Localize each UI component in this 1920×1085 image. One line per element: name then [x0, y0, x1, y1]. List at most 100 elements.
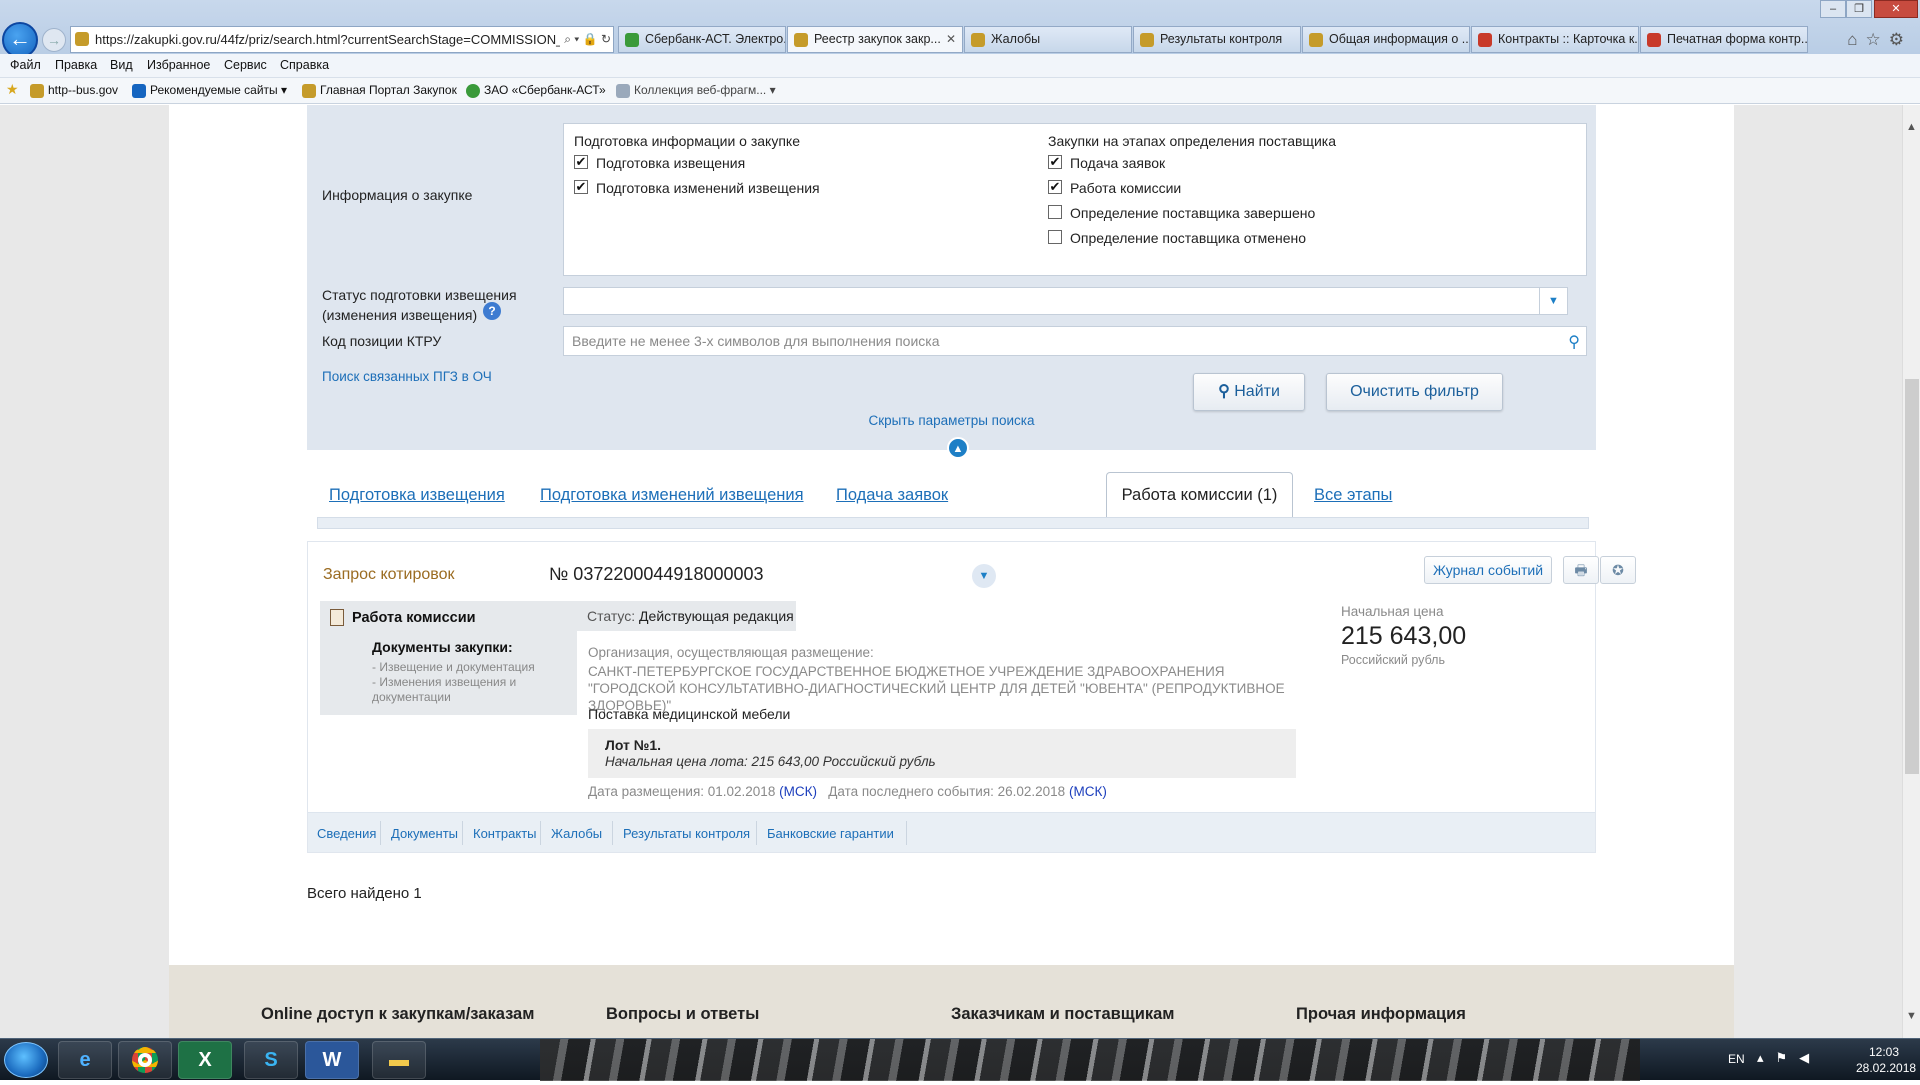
system-tray-icons[interactable]: ▴⚑◀	[1757, 1050, 1821, 1066]
procurement-number[interactable]: № 0372200044918000003	[549, 564, 764, 585]
back-button[interactable]: ←	[2, 22, 38, 58]
checkbox-icon[interactable]	[1048, 205, 1062, 219]
notice-status-label-2: (изменения извещения)	[322, 307, 478, 323]
browser-tab[interactable]: Контракты :: Карточка к...	[1471, 26, 1639, 53]
group-title-supplier-stages: Закупки на этапах определения поставщика	[1048, 133, 1336, 149]
menu-edit[interactable]: Правка	[55, 58, 97, 72]
scroll-thumb[interactable]	[1905, 379, 1919, 774]
tab-all-stages[interactable]: Все этапы	[1314, 486, 1392, 505]
favorite-link[interactable]: Главная Портал Закупок	[302, 83, 457, 98]
footer-heading-customers[interactable]: Заказчикам и поставщикам	[951, 1005, 1175, 1024]
scroll-up-icon[interactable]: ▲	[1906, 121, 1917, 133]
checkbox-completed[interactable]: Определение поставщика завершено	[1048, 204, 1315, 222]
print-icon[interactable]: 🖶	[1563, 556, 1599, 584]
date-last-event: Дата последнего события: 26.02.2018	[828, 784, 1066, 799]
search-icon[interactable]: ⚲	[1568, 332, 1580, 352]
favorite-link[interactable]: ЗАО «Сбербанк-АСТ»	[466, 83, 606, 98]
keyboard-language[interactable]: EN	[1728, 1052, 1745, 1066]
word-icon[interactable]: W	[305, 1041, 359, 1079]
chevron-down-icon[interactable]: ▼	[1539, 288, 1567, 314]
link-bank-guarantees[interactable]: Банковские гарантии	[767, 826, 904, 841]
scroll-down-icon[interactable]: ▼	[1906, 1010, 1917, 1022]
favorite-link[interactable]: Коллекция веб-фрагм... ▾	[616, 83, 776, 98]
menu-view[interactable]: Вид	[110, 58, 133, 72]
restore-button[interactable]: ❐	[1846, 0, 1872, 18]
menu-help[interactable]: Справка	[280, 58, 329, 72]
start-button[interactable]	[4, 1042, 48, 1078]
clear-filter-button[interactable]: Очистить фильтр	[1326, 373, 1503, 411]
tab-prep-notice[interactable]: Подготовка извещения	[329, 486, 505, 505]
menu-favorites[interactable]: Избранное	[147, 58, 210, 72]
checkbox-applications[interactable]: ✔ Подача заявок	[1048, 154, 1165, 172]
hide-search-params-link[interactable]: Скрыть параметры поиска	[307, 411, 1596, 431]
browser-tab[interactable]: Общая информация о ...	[1302, 26, 1470, 53]
chevron-down-icon[interactable]: ▼	[972, 564, 996, 588]
link-contracts[interactable]: Контракты	[473, 826, 547, 841]
favorite-link[interactable]: Рекомендуемые сайты ▾	[132, 83, 287, 98]
checkbox-icon[interactable]: ✔	[574, 180, 588, 194]
doc-link-changes-2[interactable]: документации	[372, 690, 451, 705]
gear-icon[interactable]: ⚙	[1889, 30, 1912, 49]
clock-time[interactable]: 12:03	[1856, 1045, 1912, 1059]
minimize-button[interactable]: –	[1820, 0, 1846, 18]
favorite-link[interactable]: http--bus.gov	[30, 83, 118, 98]
checkbox-prep-notice[interactable]: ✔ Подготовка извещения	[574, 154, 745, 172]
certificate-icon[interactable]: ✪	[1600, 556, 1636, 584]
internet-explorer-icon[interactable]: e	[58, 1041, 112, 1079]
checkbox-icon[interactable]: ✔	[1048, 180, 1062, 194]
address-bar[interactable]: https://zakupki.gov.ru/44fz/priz/search.…	[70, 26, 614, 53]
browser-tab[interactable]: Результаты контроля	[1133, 26, 1301, 53]
excel-icon[interactable]: X	[178, 1041, 232, 1079]
help-icon[interactable]: ?	[483, 302, 501, 320]
address-controls[interactable]: ⌕ ▾ 🔒 ↻	[560, 27, 611, 52]
chrome-icon[interactable]	[118, 1041, 172, 1079]
browser-tab[interactable]: Сбербанк-АСТ. Электро...	[618, 26, 786, 53]
link-control-results[interactable]: Результаты контроля	[623, 826, 760, 841]
folder-icon[interactable]: ▬	[372, 1041, 426, 1079]
tab-label: Контракты :: Карточка к...	[1498, 32, 1639, 46]
footer-heading-other[interactable]: Прочая информация	[1296, 1005, 1466, 1024]
find-button[interactable]: ⚲ Найти	[1193, 373, 1305, 411]
results-total: Всего найдено 1	[307, 885, 422, 902]
site-favicon-icon	[75, 32, 89, 46]
msk-link[interactable]: (МСК)	[1069, 784, 1107, 799]
home-icon[interactable]: ⌂	[1847, 30, 1865, 49]
notice-status-select[interactable]: ▼	[563, 287, 1568, 315]
collapse-arrow-icon[interactable]: ▲	[947, 437, 969, 459]
footer-heading-faq[interactable]: Вопросы и ответы	[606, 1005, 759, 1024]
tab-prep-changes[interactable]: Подготовка изменений извещения	[540, 486, 804, 505]
menu-tools[interactable]: Сервис	[224, 58, 267, 72]
checkbox-icon[interactable]: ✔	[1048, 155, 1062, 169]
link-complaints[interactable]: Жалобы	[551, 826, 612, 841]
checkbox-prep-changes[interactable]: ✔ Подготовка изменений извещения	[574, 179, 820, 197]
browser-tab[interactable]: Жалобы	[964, 26, 1132, 53]
checkbox-commission[interactable]: ✔ Работа комиссии	[1048, 179, 1181, 197]
forward-button[interactable]: →	[42, 28, 66, 52]
event-journal-button[interactable]: Журнал событий	[1424, 556, 1552, 584]
link-details[interactable]: Сведения	[317, 826, 386, 841]
browser-tab[interactable]: Печатная форма контр...	[1640, 26, 1808, 53]
close-tab-icon[interactable]: ✕	[946, 27, 956, 52]
msk-link[interactable]: (МСК)	[779, 784, 817, 799]
ktru-input[interactable]	[564, 327, 1554, 355]
vertical-scrollbar[interactable]: ▲ ▼	[1902, 105, 1920, 1038]
doc-link-changes[interactable]: - Изменения извещения и	[372, 675, 516, 690]
related-search-link[interactable]: Поиск связанных ПГЗ в ОЧ	[322, 367, 492, 387]
doc-link-notice[interactable]: - Извещение и документация	[372, 660, 535, 675]
close-window-button[interactable]: ✕	[1874, 0, 1918, 18]
menu-file[interactable]: Файл	[10, 58, 41, 72]
checkbox-icon[interactable]	[1048, 230, 1062, 244]
tab-applications[interactable]: Подача заявок	[836, 486, 948, 505]
checkbox-icon[interactable]: ✔	[574, 155, 588, 169]
tab-label: Сбербанк-АСТ. Электро...	[645, 32, 786, 46]
browser-tab-active[interactable]: Реестр закупок закр... ✕	[787, 26, 963, 53]
skype-icon[interactable]: S	[244, 1041, 298, 1079]
add-favorite-star-icon[interactable]: ★	[6, 81, 19, 98]
clock-date[interactable]: 28.02.2018	[1856, 1061, 1916, 1075]
tab-commission[interactable]: Работа комиссии (1)	[1106, 472, 1293, 518]
footer-heading-online[interactable]: Online доступ к закупкам/заказам	[261, 1005, 534, 1024]
checkbox-cancelled[interactable]: Определение поставщика отменено	[1048, 229, 1306, 247]
link-documents[interactable]: Документы	[391, 826, 468, 841]
price-value: 215 643,00	[1341, 622, 1467, 650]
favorites-star-icon[interactable]: ☆	[1866, 30, 1889, 49]
